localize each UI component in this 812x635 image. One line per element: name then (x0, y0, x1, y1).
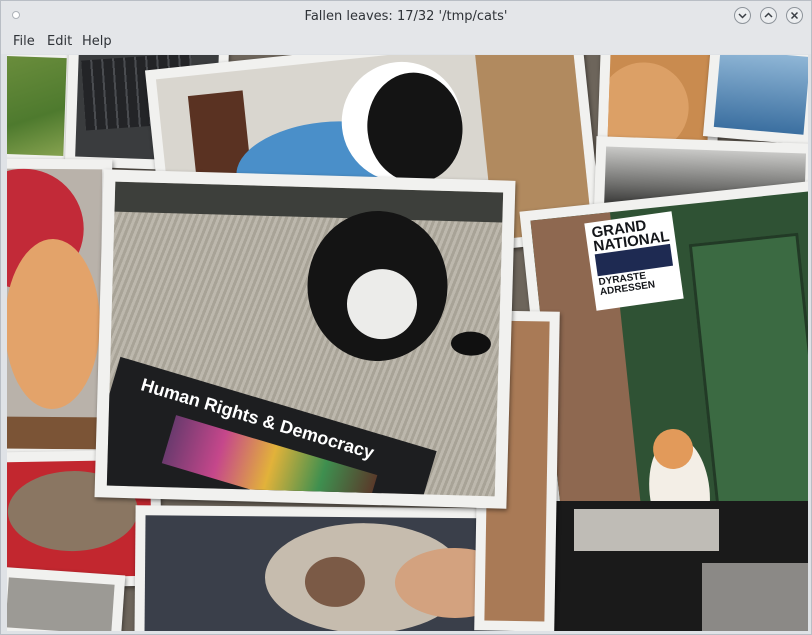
title-bar[interactable]: Fallen leaves: 17/32 '/tmp/cats' (1, 1, 811, 32)
menu-edit[interactable]: Edit (47, 34, 72, 49)
photo-image (607, 55, 711, 145)
app-window: Fallen leaves: 17/32 '/tmp/cats' File Ed… (0, 0, 812, 635)
floor-image (7, 416, 101, 450)
photo-tuxedo-cat-main[interactable]: Human Rights & Democracy (94, 169, 516, 509)
calico-patch-image (304, 556, 366, 608)
photo-image (7, 55, 67, 157)
photo-collage-canvas[interactable]: GRAND NATIONAL DYRASTE ADRESSEN Human Ri… (7, 55, 808, 631)
chevron-up-icon (764, 12, 773, 18)
menu-file[interactable]: File (13, 34, 35, 49)
stone-step-image (574, 509, 719, 551)
photo-image: Human Rights & Democracy (106, 181, 504, 497)
close-button[interactable] (786, 7, 803, 24)
orange-cat-image (607, 60, 691, 145)
menu-bar: File Edit Help (1, 32, 811, 54)
poster-sign: GRAND NATIONAL DYRASTE ADRESSEN (584, 211, 684, 311)
book-image: Human Rights & Democracy (106, 356, 437, 497)
photo-small-bottom[interactable] (7, 566, 126, 631)
maximize-button[interactable] (760, 7, 777, 24)
cables-image (114, 181, 504, 223)
minimize-button[interactable] (734, 7, 751, 24)
stand-base-image (450, 331, 492, 357)
pavement-image (702, 563, 808, 631)
orange-cat-image (7, 238, 101, 410)
chevron-down-icon (738, 13, 747, 19)
photo-window[interactable] (702, 55, 808, 146)
photo-image (713, 55, 808, 135)
photo-image (7, 168, 103, 450)
menu-help[interactable]: Help (82, 34, 112, 49)
step-shadow-image (542, 501, 808, 631)
close-icon (790, 11, 799, 20)
window-title: Fallen leaves: 17/32 '/tmp/cats' (304, 9, 508, 24)
photo-image (7, 577, 115, 631)
